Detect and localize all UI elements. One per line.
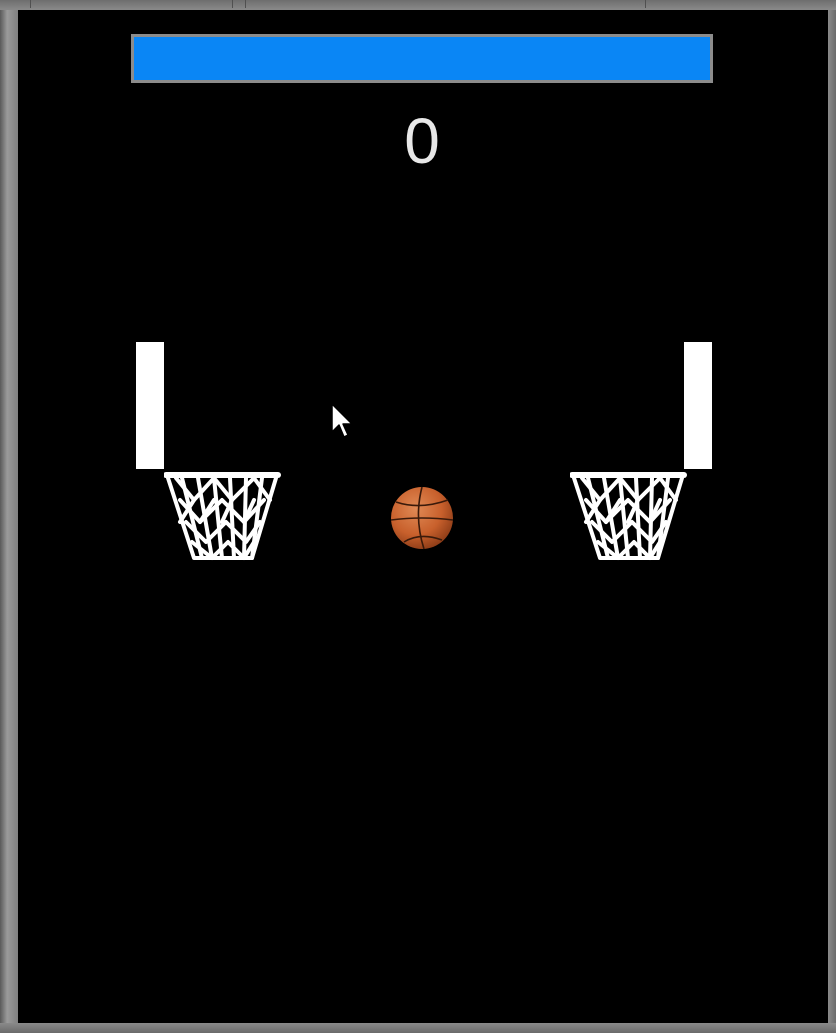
game-canvas[interactable]: 0 [18,10,828,1023]
score-display: 0 [404,105,440,177]
window-top-strip [0,0,836,10]
time-bar [131,34,713,83]
right-hoop-net [570,472,687,560]
mouse-pointer-icon [331,403,353,438]
window-left-bezel [0,10,18,1023]
right-backboard [684,342,712,469]
game-window-frame: 0 [0,0,836,1033]
left-backboard [136,342,164,469]
window-bottom-bezel [0,1023,836,1033]
time-bar-fill [134,37,710,80]
left-hoop-net [164,472,281,560]
basketball-icon[interactable] [390,486,454,550]
window-right-bezel [828,10,836,1023]
